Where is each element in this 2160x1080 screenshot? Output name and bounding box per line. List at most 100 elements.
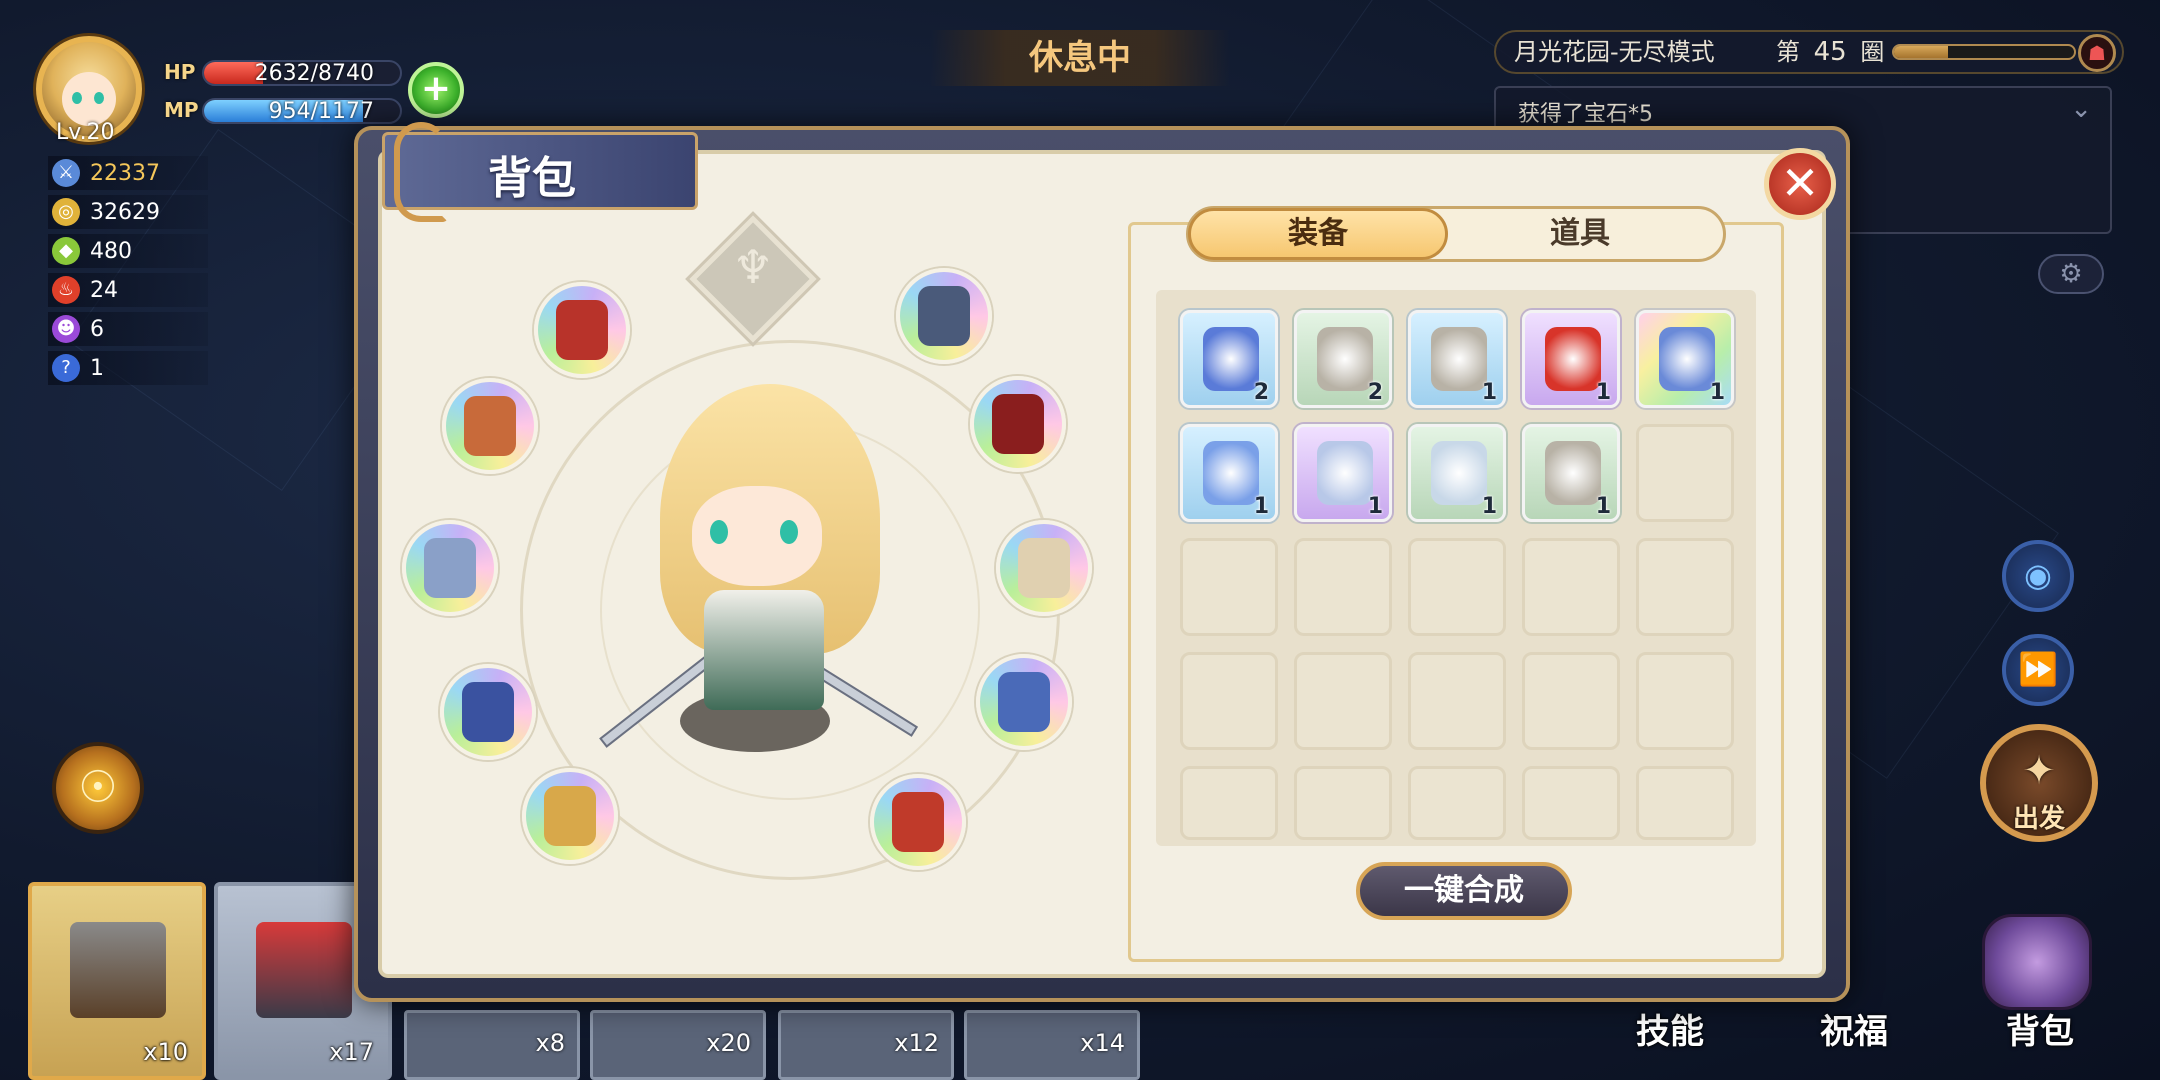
forge-icon xyxy=(256,922,352,1018)
mp-text: 954/1177 xyxy=(268,99,374,124)
item-quantity: 1 xyxy=(1367,494,1383,519)
hp-text: 2632/8740 xyxy=(254,61,374,86)
backpack-icon[interactable] xyxy=(1982,914,2092,1010)
item-quantity: 1 xyxy=(1481,494,1497,519)
inventory-item[interactable]: 1 xyxy=(1636,310,1734,408)
empty-slot xyxy=(1294,538,1392,636)
item-quantity: 1 xyxy=(1709,380,1725,405)
skills-menu-button[interactable]: 技能 xyxy=(1636,1004,1704,1053)
empty-slot xyxy=(1180,766,1278,840)
empty-slot xyxy=(1294,652,1392,750)
cloak-icon xyxy=(1545,441,1601,505)
blessing-menu-button[interactable]: 祝福 xyxy=(1820,1004,1888,1053)
building-card[interactable]: x20 xyxy=(590,1010,766,1080)
mp-label: MP xyxy=(164,98,199,122)
cloak-icon xyxy=(1431,327,1487,391)
inventory-item[interactable]: 1 xyxy=(1294,424,1392,522)
empty-slot xyxy=(1408,766,1506,840)
stat-value: 480 xyxy=(90,238,132,264)
tab-items[interactable]: 道具 xyxy=(1450,208,1710,260)
item-quantity: 2 xyxy=(1367,380,1383,405)
gloves-slot[interactable] xyxy=(870,774,966,870)
cape-icon xyxy=(992,394,1044,454)
question-icon: ? xyxy=(52,354,80,382)
sword-icon: ⚔ xyxy=(52,159,80,187)
coin-icon: ◎ xyxy=(52,198,80,226)
stat-value: 1 xyxy=(90,355,104,381)
gloves-icon xyxy=(892,792,944,852)
stage-info[interactable]: 月光花园-无尽模式 第 45 圈 ☗ xyxy=(1494,30,2124,74)
cloak-icon xyxy=(1317,327,1373,391)
stat-row: ⚔ 22337 xyxy=(48,156,208,190)
card-count: x17 xyxy=(329,1038,374,1066)
empty-slot xyxy=(1408,538,1506,636)
item-quantity: 1 xyxy=(1253,494,1269,519)
trident-icon: ♆ xyxy=(732,240,774,294)
amulet-icon xyxy=(1545,327,1601,391)
weapon-slot[interactable] xyxy=(522,768,618,864)
building-card[interactable]: x14 xyxy=(964,1010,1140,1080)
bracelet-icon xyxy=(462,682,514,742)
depart-button[interactable]: ✦ 出发 xyxy=(1980,724,2098,842)
empty-slot xyxy=(1408,652,1506,750)
armor-icon xyxy=(1659,327,1715,391)
log-line: 获得了宝石*5 xyxy=(1518,102,1653,127)
bag-title: 背包 xyxy=(488,153,576,204)
building-card[interactable]: x12 xyxy=(778,1010,954,1080)
necklace-slot[interactable] xyxy=(896,268,992,364)
ring-slot[interactable] xyxy=(442,378,538,474)
inventory-item[interactable]: 2 xyxy=(1180,310,1278,408)
building-card[interactable]: x8 xyxy=(404,1010,580,1080)
round-progress-bar xyxy=(1892,44,2076,60)
necklace-icon xyxy=(918,286,970,346)
fast-forward-icon[interactable]: ⏩ xyxy=(2002,634,2074,706)
hammer-card[interactable]: x10 xyxy=(28,882,206,1080)
helmet-slot[interactable] xyxy=(534,282,630,378)
chevron-down-icon[interactable]: ⌄ xyxy=(2070,94,2092,124)
heal-plus-button[interactable]: + xyxy=(408,62,464,118)
empty-slot xyxy=(1522,766,1620,840)
item-quantity: 2 xyxy=(1253,380,1269,405)
stat-value: 32629 xyxy=(90,199,160,225)
helmet-icon xyxy=(556,300,608,360)
hammer-icon xyxy=(70,922,166,1018)
gear-icon[interactable]: ⚙ xyxy=(2038,254,2104,294)
hook-icon xyxy=(394,122,448,222)
inventory-item[interactable]: 1 xyxy=(1408,424,1506,522)
mp-bar: 954/1177 xyxy=(202,98,402,124)
inventory-item[interactable]: 1 xyxy=(1408,310,1506,408)
armor-slot[interactable] xyxy=(402,520,498,616)
ring-icon xyxy=(464,396,516,456)
eye-icon[interactable]: ◉ xyxy=(2002,540,2074,612)
boots-icon xyxy=(1018,538,1070,598)
inventory-item[interactable]: 2 xyxy=(1294,310,1392,408)
empty-slot xyxy=(1636,766,1734,840)
stat-value: 22337 xyxy=(90,160,160,186)
hp-bar: 2632/8740 xyxy=(202,60,402,86)
item-quantity: 1 xyxy=(1595,494,1611,519)
inventory-item[interactable]: 1 xyxy=(1180,424,1278,522)
stat-row: ◎ 32629 xyxy=(48,195,208,229)
stage-name: 月光花园-无尽模式 xyxy=(1514,38,1715,66)
empty-slot xyxy=(1636,652,1734,750)
armor-icon xyxy=(424,538,476,598)
boots-slot[interactable] xyxy=(996,520,1092,616)
sun-orb-icon[interactable]: ☉ xyxy=(52,742,144,834)
belt-slot[interactable] xyxy=(976,654,1072,750)
inventory-item[interactable]: 1 xyxy=(1522,310,1620,408)
depart-label: 出发 xyxy=(2012,804,2065,834)
stat-value: 6 xyxy=(90,316,104,342)
bracelet-slot[interactable] xyxy=(440,664,536,760)
flame-demon-icon: ♨ xyxy=(52,276,80,304)
cape-slot[interactable] xyxy=(970,376,1066,472)
inventory-item[interactable]: 1 xyxy=(1522,424,1620,522)
synthesize-all-button[interactable]: 一键合成 xyxy=(1356,862,1572,920)
character-eyes xyxy=(702,520,812,544)
item-quantity: 1 xyxy=(1481,380,1497,405)
tab-equipment[interactable]: 装备 xyxy=(1188,208,1448,260)
empty-slot xyxy=(1636,538,1734,636)
bag-menu-button[interactable]: 背包 xyxy=(2006,1004,2074,1053)
gem-icon: ◆ xyxy=(52,237,80,265)
close-icon[interactable]: ✕ xyxy=(1764,148,1836,220)
compass-icon: ✦ xyxy=(2022,748,2056,794)
